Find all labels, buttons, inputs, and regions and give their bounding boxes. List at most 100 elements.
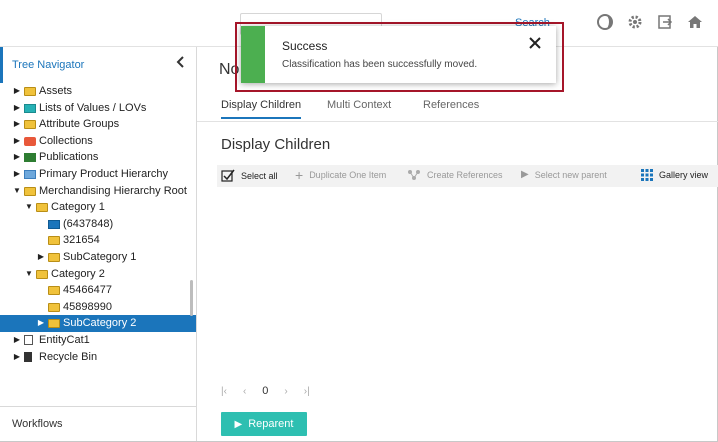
- theme-icon[interactable]: [596, 13, 614, 31]
- folder-icon: [48, 286, 60, 296]
- tree-node-label: 45466477: [63, 284, 112, 297]
- tree-node-label: (6437848): [63, 217, 114, 230]
- tree-node-label: Collections: [39, 134, 93, 147]
- tree-scrollbar[interactable]: [190, 280, 193, 316]
- folder-icon: [24, 103, 36, 113]
- tree-node[interactable]: ▼ Category 1: [0, 199, 196, 216]
- tree-node[interactable]: ▶ Recycle Bin: [0, 349, 196, 366]
- tab-display-children[interactable]: Display Children: [221, 99, 302, 119]
- folder-icon: [24, 87, 36, 96]
- expand-arrow-icon[interactable]: ▶: [12, 100, 22, 117]
- tree-node[interactable]: (6437848): [0, 216, 196, 233]
- tree-node[interactable]: ▶ Publications: [0, 149, 196, 166]
- tree-node[interactable]: 45898990: [0, 299, 196, 316]
- workflows-section[interactable]: Workflows: [0, 406, 196, 441]
- folder-icon: [48, 302, 60, 312]
- references-icon: [408, 170, 420, 180]
- collapse-chevron-icon[interactable]: [174, 55, 188, 69]
- tree-node-label: Recycle Bin: [39, 350, 98, 363]
- expand-arrow-icon[interactable]: ▶: [36, 315, 46, 332]
- trash-icon: [24, 351, 32, 362]
- folder-icon: [48, 252, 60, 262]
- tree-node-label: Publications: [39, 151, 99, 164]
- select-new-parent-label: Select new parent: [534, 169, 607, 180]
- collapse-arrow-icon[interactable]: ▼: [24, 199, 34, 216]
- play-icon: ▶: [521, 169, 529, 180]
- close-icon[interactable]: [528, 36, 542, 50]
- expand-arrow-icon[interactable]: ▶: [36, 249, 46, 266]
- create-references-label: Create References: [427, 170, 503, 180]
- folder-icon: [48, 319, 60, 329]
- tree-navigator-panel: Tree Navigator ▶ Assets ▶ Lists of Values /…: [0, 47, 197, 441]
- tree-node-label: Category 2: [51, 267, 105, 280]
- tree-node[interactable]: ▼ Category 2: [0, 266, 196, 283]
- gallery-view-button[interactable]: Gallery view: [641, 169, 708, 181]
- tree-node-label: 45898990: [63, 300, 112, 313]
- collections-icon: [24, 136, 36, 146]
- tree-node[interactable]: ▶ Primary Product Hierarchy: [0, 166, 196, 183]
- folder-icon: [36, 269, 48, 279]
- duplicate-label: Duplicate One Item: [309, 170, 387, 180]
- folder-icon: [24, 120, 36, 130]
- expand-arrow-icon[interactable]: ▶: [12, 166, 22, 183]
- expand-arrow-icon[interactable]: ▶: [12, 83, 22, 100]
- tab-multi-context[interactable]: Multi Context: [327, 99, 391, 117]
- first-page-icon[interactable]: |‹: [221, 386, 227, 397]
- page-number: 0: [262, 385, 269, 397]
- pagination: |‹ ‹ 0 › ›|: [221, 385, 310, 397]
- tree-node[interactable]: ▶ EntityCat1: [0, 332, 196, 349]
- main-content: No Display Children Multi Context Refere…: [197, 47, 718, 441]
- tree-node[interactable]: ▶ Assets: [0, 83, 196, 100]
- next-page-icon[interactable]: ›: [284, 386, 287, 397]
- last-page-icon[interactable]: ›|: [304, 386, 310, 397]
- tree-node-label: SubCategory 2: [63, 317, 137, 330]
- folder-icon: [24, 169, 36, 179]
- collapse-arrow-icon[interactable]: ▼: [24, 266, 34, 283]
- tree-node-label: Lists of Values / LOVs: [39, 101, 147, 114]
- folder-icon: [48, 236, 60, 246]
- tree-node[interactable]: ▶ Collections: [0, 133, 196, 150]
- gallery-view-label: Gallery view: [659, 170, 709, 180]
- tree-node-label: Merchandising Hierarchy Root: [39, 184, 187, 197]
- tree-node[interactable]: 45466477: [0, 282, 196, 299]
- tree-node-label: Category 1: [51, 201, 105, 214]
- tree-node-label: Primary Product Hierarchy: [39, 167, 168, 180]
- toast-message: Classification has been successfully mov…: [282, 59, 478, 70]
- settings-icon[interactable]: [626, 13, 644, 31]
- tab-references[interactable]: References: [423, 99, 479, 117]
- tree-node[interactable]: ▶ Lists of Values / LOVs: [0, 100, 196, 117]
- entity-icon: [24, 334, 33, 345]
- toast-title: Success: [282, 39, 328, 53]
- duplicate-one-item-button[interactable]: + Duplicate One Item: [295, 167, 387, 183]
- reparent-button[interactable]: ▶ Reparent: [221, 412, 307, 436]
- expand-arrow-icon[interactable]: ▶: [12, 133, 22, 150]
- tree-node[interactable]: ▶ Attribute Groups: [0, 116, 196, 133]
- folder-icon: [48, 219, 60, 229]
- expand-arrow-icon[interactable]: ▶: [12, 149, 22, 166]
- grid-icon: [641, 169, 653, 181]
- create-references-button[interactable]: Create References: [407, 169, 503, 181]
- section-title: Display Children: [221, 136, 331, 153]
- prev-page-icon[interactable]: ‹: [243, 386, 246, 397]
- tree-node[interactable]: ▶ SubCategory 1: [0, 249, 196, 266]
- reparent-label: Reparent: [248, 418, 294, 430]
- tree-node[interactable]: ▼ Merchandising Hierarchy Root: [0, 183, 196, 200]
- tree-node-label: 321654: [63, 234, 100, 247]
- collapse-arrow-icon[interactable]: ▼: [12, 183, 22, 200]
- toast-status-bar: [241, 26, 265, 83]
- tree-node-label: EntityCat1: [39, 333, 90, 346]
- expand-arrow-icon[interactable]: ▶: [12, 116, 22, 133]
- tree-node[interactable]: 321654: [0, 232, 196, 249]
- plus-icon: +: [295, 167, 304, 183]
- select-all-button[interactable]: Select all: [221, 169, 278, 183]
- tree: ▶ Assets ▶ Lists of Values / LOVs ▶ Attribute…: [0, 83, 196, 365]
- home-icon[interactable]: [686, 13, 704, 31]
- publications-icon: [24, 153, 36, 163]
- logout-icon[interactable]: [656, 13, 674, 31]
- tree-node[interactable]: ▶ SubCategory 2: [0, 315, 196, 332]
- expand-arrow-icon[interactable]: ▶: [12, 349, 22, 366]
- select-new-parent-button[interactable]: ▶ Select new parent: [521, 169, 607, 180]
- folder-icon: [24, 186, 36, 196]
- panel-accent-bar: [0, 47, 3, 83]
- expand-arrow-icon[interactable]: ▶: [12, 332, 22, 349]
